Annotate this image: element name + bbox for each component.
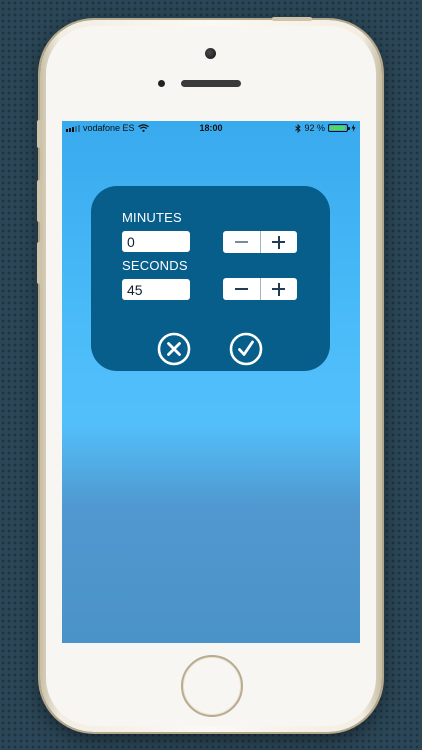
- silent-switch: [37, 120, 41, 148]
- plus-icon: [272, 282, 286, 296]
- volume-up-button: [37, 180, 41, 222]
- top-button: [272, 17, 312, 21]
- minutes-decrement-button[interactable]: [223, 231, 260, 253]
- minutes-label: MINUTES: [122, 210, 182, 225]
- close-icon: [167, 342, 181, 356]
- seconds-decrement-button[interactable]: [223, 278, 260, 300]
- proximity-sensor: [158, 80, 165, 87]
- minutes-increment-button[interactable]: [259, 231, 298, 253]
- minus-icon: [234, 288, 248, 290]
- seconds-label: SECONDS: [122, 258, 188, 273]
- status-bar: vodafone ES 18:00 92 %: [62, 121, 360, 135]
- check-icon: [238, 340, 254, 356]
- cancel-button[interactable]: [157, 332, 191, 366]
- volume-down-button: [37, 242, 41, 284]
- minutes-input[interactable]: [122, 231, 190, 252]
- battery-percent: 92 %: [304, 123, 325, 133]
- minus-icon: [234, 241, 248, 243]
- confirm-button[interactable]: [229, 332, 263, 366]
- bluetooth-icon: [295, 123, 302, 133]
- minutes-stepper: [223, 231, 297, 253]
- app-screen: vodafone ES 18:00 92 % MINUTES 0 SECONDS…: [62, 121, 360, 643]
- seconds-stepper: [223, 278, 297, 300]
- home-button[interactable]: [181, 655, 243, 717]
- earpiece-speaker: [181, 80, 241, 87]
- plus-icon: [272, 235, 286, 249]
- phone-frame: vodafone ES 18:00 92 % MINUTES 0 SECONDS…: [37, 17, 382, 732]
- seconds-input[interactable]: [122, 279, 190, 300]
- battery-icon: [328, 124, 350, 132]
- seconds-increment-button[interactable]: [259, 278, 298, 300]
- timer-dialog: MINUTES SECONDS: [91, 186, 330, 371]
- charging-icon: [351, 124, 356, 132]
- front-camera: [205, 48, 216, 59]
